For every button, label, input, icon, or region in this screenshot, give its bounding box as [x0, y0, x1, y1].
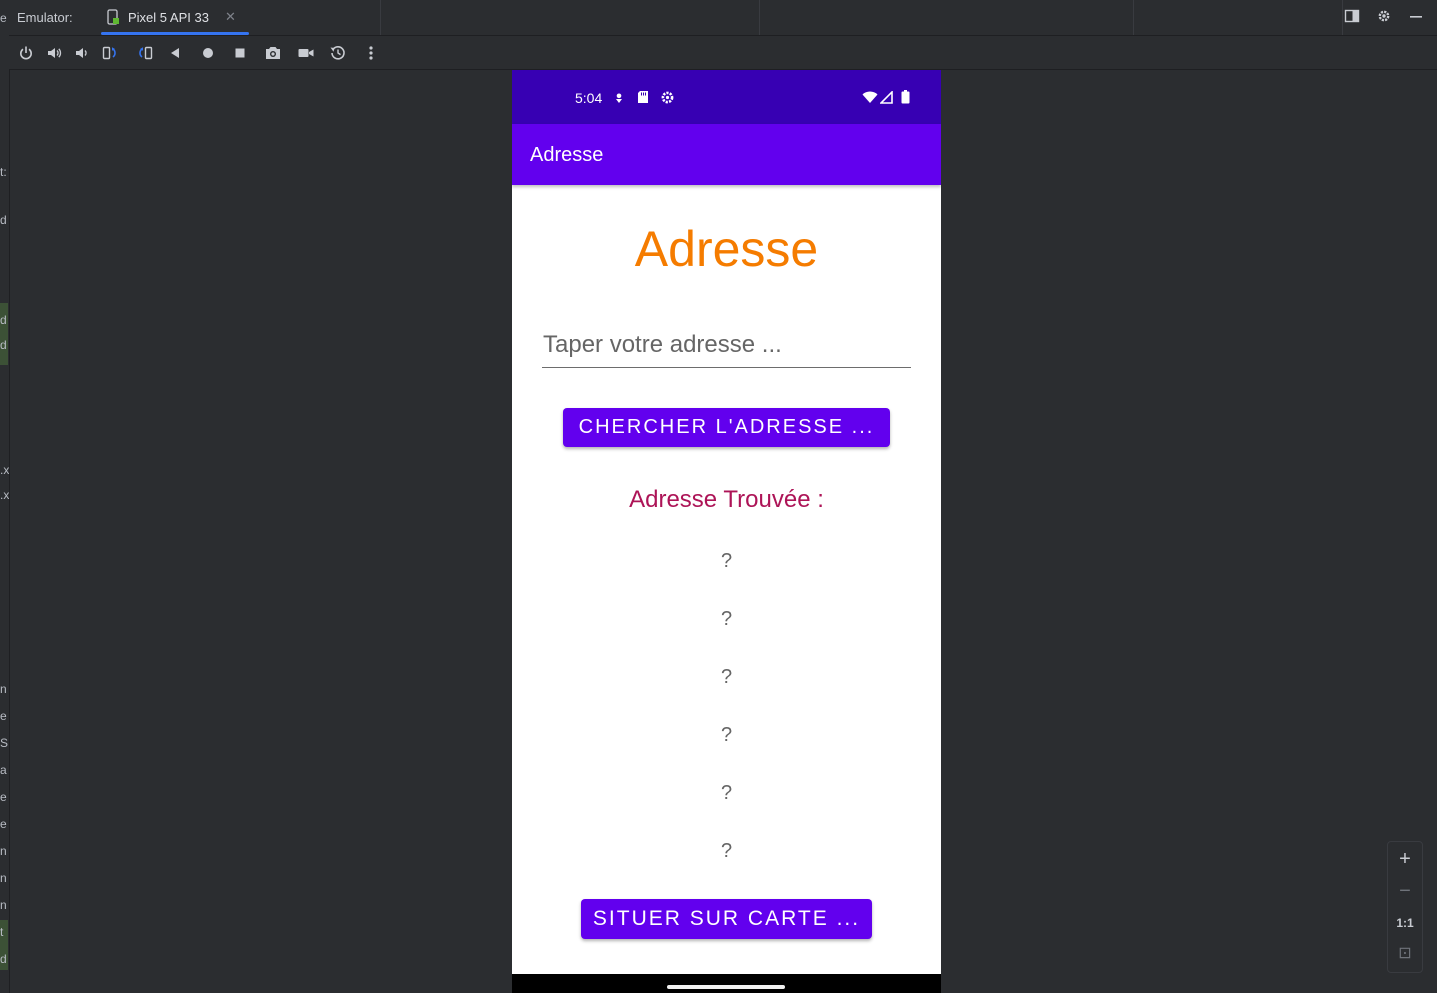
settings-icon[interactable]	[1375, 8, 1393, 26]
found-address-label: Adresse Trouvée :	[629, 486, 824, 513]
zoom-controls: + − 1:1 ⊡	[1387, 841, 1423, 973]
strip-text: n	[0, 682, 7, 696]
address-input[interactable]	[542, 327, 911, 368]
screenshot-icon[interactable]	[262, 42, 284, 64]
result-line: ?	[720, 782, 733, 804]
snapshot-icon[interactable]	[327, 42, 349, 64]
strip-text: .x	[0, 463, 10, 477]
layout-icon[interactable]	[1343, 8, 1361, 26]
device-tab-label: Pixel 5 API 33	[128, 10, 209, 25]
strip-text: t	[0, 925, 4, 939]
active-tab-indicator	[101, 32, 249, 35]
strip-text: a	[0, 763, 7, 777]
minimize-icon[interactable]	[1407, 8, 1425, 26]
device-screen[interactable]: 5:04 Adresse Adresse CHERCHER L'ADRESSE …	[512, 70, 941, 993]
result-line: ?	[720, 666, 733, 688]
search-address-button[interactable]: CHERCHER L'ADRESSE ...	[563, 408, 890, 447]
emulator-label: Emulator:	[17, 10, 73, 25]
strip-text: t:	[0, 165, 7, 179]
zoom-out-button[interactable]: −	[1388, 876, 1422, 906]
page-title: Adresse	[634, 221, 819, 277]
home-icon[interactable]	[197, 42, 219, 64]
screen-record-icon[interactable]	[295, 42, 317, 64]
tab-divider	[1133, 0, 1134, 35]
tab-divider	[380, 0, 381, 35]
app-bar-title: Adresse	[530, 144, 604, 166]
tab-pixel-5[interactable]: Pixel 5 API 33 ✕	[93, 0, 249, 35]
strip-text: d	[0, 313, 7, 327]
show-on-map-button[interactable]: SITUER SUR CARTE ...	[581, 899, 872, 939]
strip-text: e	[0, 790, 7, 804]
zoom-actual-size-button[interactable]: 1:1	[1388, 908, 1422, 938]
app-bar: Adresse	[512, 124, 941, 185]
strip-text: S	[0, 736, 9, 750]
home-gesture-handle[interactable]	[667, 985, 785, 989]
strip-text: .x	[0, 488, 10, 502]
strip-text: e	[0, 11, 7, 25]
more-icon[interactable]	[360, 42, 382, 64]
zoom-fit-icon[interactable]: ⊡	[1388, 939, 1422, 969]
result-line: ?	[720, 550, 733, 572]
strip-text: e	[0, 709, 7, 723]
left-panel-strip: e t: d d d .x .x n e S a e e n n n t d	[0, 0, 10, 993]
result-line: ?	[720, 840, 733, 862]
status-bar: 5:04	[512, 70, 941, 124]
volume-up-icon[interactable]	[43, 42, 65, 64]
sd-card-icon	[638, 91, 648, 103]
location-icon	[616, 93, 622, 103]
tab-divider	[759, 0, 760, 35]
strip-text: n	[0, 844, 7, 858]
strip-text: d	[0, 213, 7, 227]
battery-icon	[901, 90, 910, 104]
rotate-right-icon[interactable]	[133, 42, 155, 64]
rotate-left-icon[interactable]	[100, 42, 122, 64]
strip-text: e	[0, 817, 7, 831]
result-line: ?	[720, 724, 733, 746]
emulator-tab-bar: Emulator: Pixel 5 API 33 ✕	[9, 0, 1437, 36]
emulator-toolbar	[9, 36, 1437, 70]
phone-icon	[107, 9, 119, 25]
wifi-icon	[862, 91, 878, 103]
result-line: ?	[720, 608, 733, 630]
power-icon[interactable]	[15, 42, 37, 64]
back-icon[interactable]	[164, 42, 186, 64]
overview-icon[interactable]	[229, 42, 251, 64]
strip-text: d	[0, 338, 7, 352]
strip-text: n	[0, 898, 7, 912]
settings-status-icon	[661, 91, 674, 104]
strip-text: n	[0, 871, 7, 885]
window-actions	[1337, 0, 1437, 35]
volume-down-icon[interactable]	[70, 42, 92, 64]
close-icon[interactable]: ✕	[225, 9, 236, 25]
status-time: 5:04	[575, 90, 603, 106]
strip-text: d	[0, 952, 7, 966]
navigation-bar	[512, 974, 941, 993]
signal-icon	[880, 91, 893, 104]
zoom-in-button[interactable]: +	[1388, 844, 1422, 874]
